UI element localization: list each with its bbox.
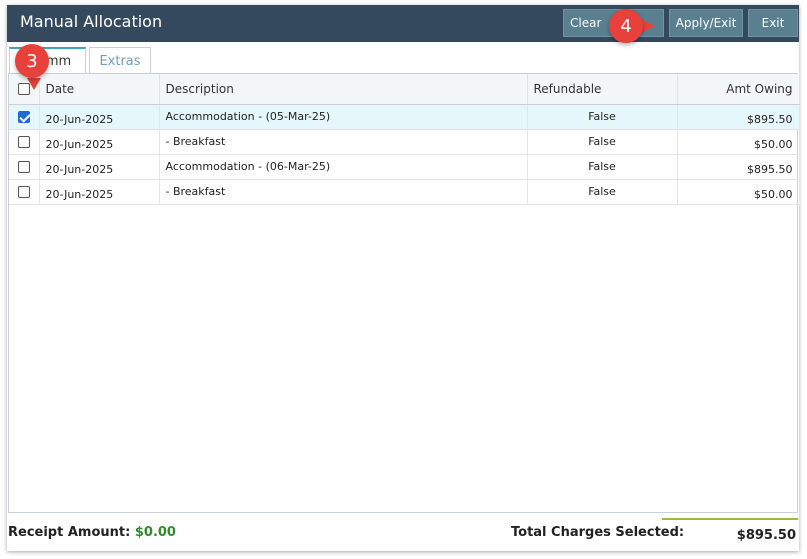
row-refundable: False [527, 154, 678, 180]
row-checkbox[interactable] [17, 136, 30, 148]
row-refundable: False [527, 179, 678, 205]
step-3-pointer-icon [27, 78, 41, 90]
row-amt-owing: $50.00 [677, 179, 800, 205]
row-checkbox[interactable] [17, 111, 30, 123]
table-row[interactable]: 20-Jun-2025 Accommodation - (05-Mar-25) … [9, 104, 800, 130]
charges-grid: Date Description Refundable Amt Owing 20… [8, 73, 800, 513]
row-amt-owing: $50.00 [677, 129, 800, 155]
row-checkbox[interactable] [17, 186, 30, 198]
total-charges-label: Total Charges Selected: [511, 525, 685, 540]
step-4-marker: 4 [609, 9, 643, 43]
row-amt-owing: $895.50 [677, 154, 800, 180]
column-header-description[interactable]: Description [159, 74, 528, 105]
row-description: Accommodation - (05-Mar-25) [159, 104, 528, 130]
table-header-row: Date Description Refundable Amt Owing [9, 74, 800, 105]
apply-exit-button[interactable]: Apply/Exit [669, 9, 743, 37]
row-amt-owing: $895.50 [677, 104, 800, 130]
total-charges-value: $895.50 [736, 528, 796, 543]
column-header-date[interactable]: Date [39, 74, 160, 105]
row-date: 20-Jun-2025 [39, 154, 160, 180]
tab-accommodation-label: mm [45, 54, 72, 69]
row-date: 20-Jun-2025 [39, 129, 160, 155]
row-checkbox-cell [9, 129, 40, 155]
row-description: - Breakfast [159, 179, 528, 205]
column-header-refundable[interactable]: Refundable [527, 74, 678, 105]
tab-extras-label: Extras [99, 53, 141, 69]
row-checkbox[interactable] [17, 161, 30, 173]
table-row[interactable]: 20-Jun-2025 Accommodation - (06-Mar-25) … [9, 154, 800, 180]
row-checkbox-cell [9, 179, 40, 205]
row-checkbox-cell [9, 154, 40, 180]
step-4-pointer-icon [641, 19, 655, 33]
row-refundable: False [527, 129, 678, 155]
receipt-amount: Receipt Amount: $0.00 [8, 525, 176, 540]
receipt-amount-value: $0.00 [134, 525, 176, 540]
row-checkbox-cell [9, 104, 40, 130]
receipt-amount-label: Receipt Amount: [8, 525, 131, 540]
exit-button[interactable]: Exit [748, 9, 798, 37]
title-bar: Manual Allocation Clear Apply/Exit Exit [7, 5, 799, 42]
dialog-title: Manual Allocation [20, 12, 163, 31]
step-3-marker: 3 [15, 44, 49, 78]
row-date: 20-Jun-2025 [39, 179, 160, 205]
tab-extras[interactable]: Extras [89, 47, 151, 74]
row-date: 20-Jun-2025 [39, 104, 160, 130]
table-row[interactable]: 20-Jun-2025 - Breakfast False $50.00 [9, 129, 800, 155]
charges-table: Date Description Refundable Amt Owing 20… [9, 74, 800, 205]
row-description: Accommodation - (06-Mar-25) [159, 154, 528, 180]
manual-allocation-dialog: Manual Allocation Clear Apply/Exit Exit … [7, 5, 800, 551]
row-description: - Breakfast [159, 129, 528, 155]
total-charges-box: $895.50 [662, 518, 798, 548]
table-row[interactable]: 20-Jun-2025 - Breakfast False $50.00 [9, 179, 800, 205]
column-header-amt-owing[interactable]: Amt Owing [677, 74, 800, 105]
row-refundable: False [527, 104, 678, 130]
